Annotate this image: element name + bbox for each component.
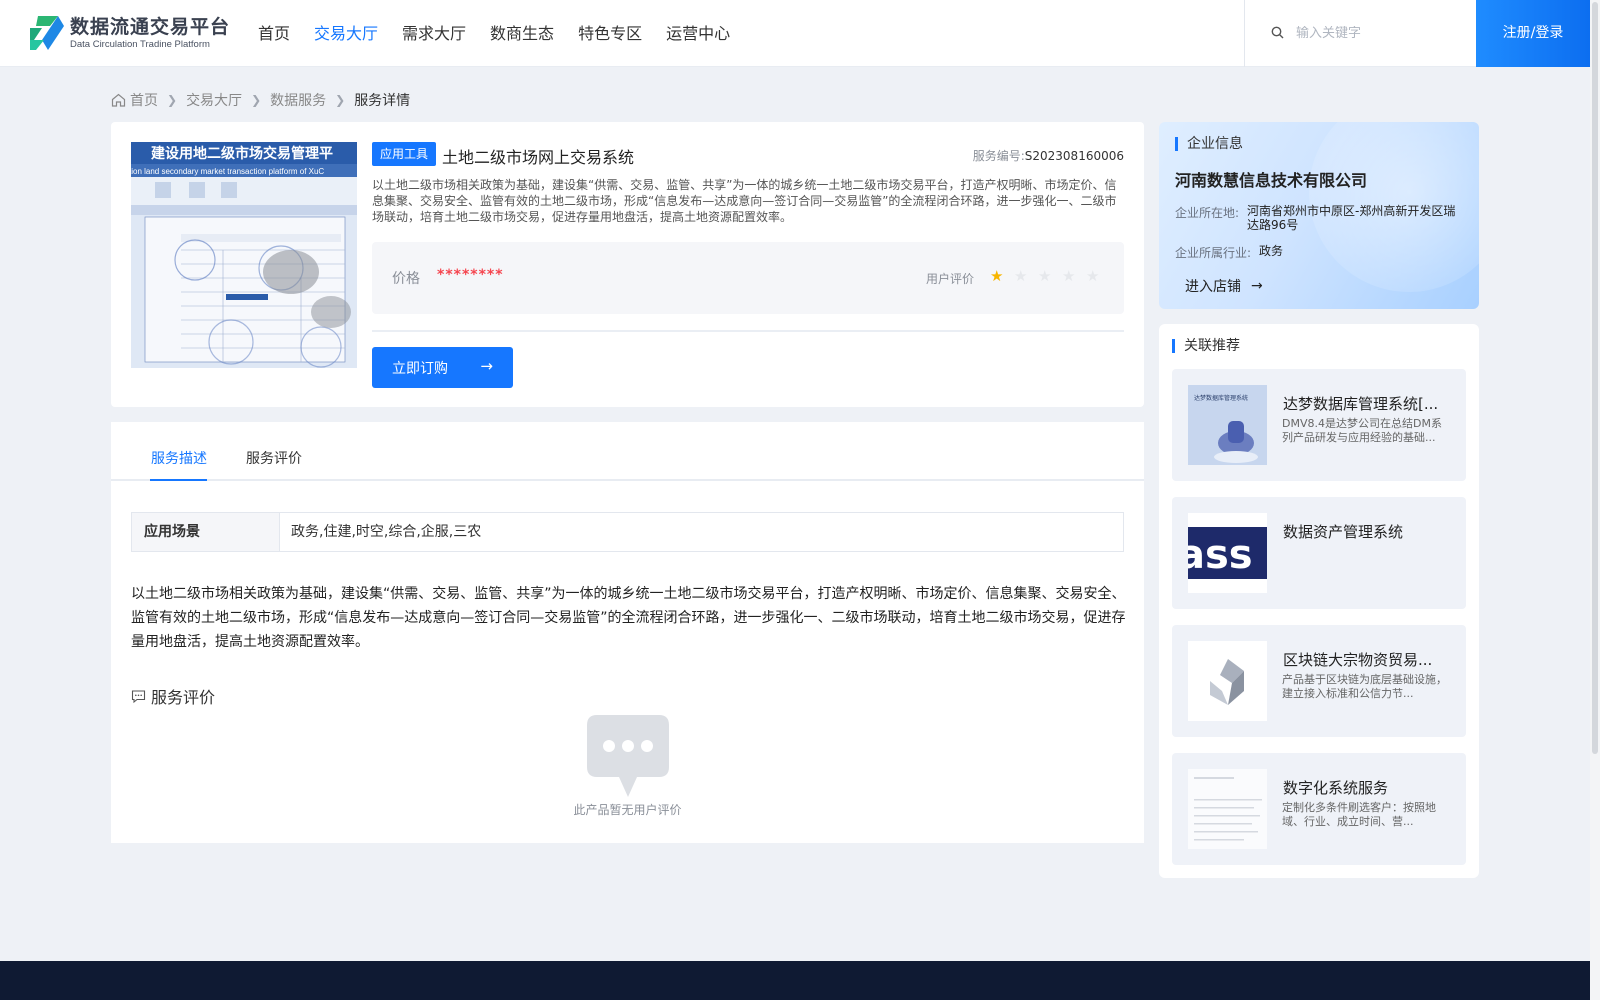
recommend-item-name: 区块链大宗物资贸易... bbox=[1283, 651, 1433, 669]
chevron-right-icon: ❯ bbox=[251, 93, 262, 107]
industry-value: 政务 bbox=[1259, 244, 1284, 258]
location-value: 河南省郑州市中原区-郑州高新开发区瑞达路96号 bbox=[1247, 204, 1456, 232]
chevron-right-icon: ❯ bbox=[167, 93, 178, 107]
detail-card: 服务描述 服务评价 应用场景 政务,住建,时空,综合,企服,三农 以土地二级市场… bbox=[111, 422, 1144, 843]
recommend-item[interactable]: 区块链大宗物资贸易... 产品基于区块链为底层基础设施，建立接入标准和公信力节.… bbox=[1172, 625, 1466, 737]
recommend-item-name: 数据资产管理系统 bbox=[1283, 523, 1404, 541]
star-icon: ★ bbox=[1014, 267, 1028, 285]
logo-icon bbox=[28, 14, 66, 52]
tab-service-review[interactable]: 服务评价 bbox=[246, 448, 302, 468]
empty-comment-icon bbox=[585, 713, 671, 803]
recommend-item[interactable]: 达梦数据库管理系统 达梦数据库管理系统[... DMV8.4是达梦公司在总结DM… bbox=[1172, 369, 1466, 481]
product-card: 建设用地二级市场交易管理平 ction land secondary marke… bbox=[111, 122, 1144, 407]
recommend-item-name: 数字化系统服务 bbox=[1283, 779, 1389, 797]
scene-table: 应用场景 政务,住建,时空,综合,企服,三农 bbox=[131, 512, 1124, 552]
comment-icon bbox=[131, 689, 146, 703]
tab-service-description[interactable]: 服务描述 bbox=[151, 448, 207, 468]
recommend-thumbnail bbox=[1188, 641, 1267, 721]
rating-label: 用户评价 bbox=[926, 272, 975, 286]
scene-value: 政务,住建,时空,综合,企服,三农 bbox=[291, 524, 482, 540]
scrollbar-thumb[interactable] bbox=[1592, 2, 1598, 754]
recommend-item-desc: 定制化多条件刷选客户：按照地域、行业、成立时间、营... bbox=[1282, 801, 1436, 828]
recommend-thumbnail bbox=[1188, 769, 1267, 849]
recommend-item-name: 达梦数据库管理系统[... bbox=[1283, 395, 1439, 413]
logo[interactable]: 数据流通交易平台 Data Circulation Tradine Platfo… bbox=[28, 14, 230, 52]
service-long-description: 以土地二级市场相关政策为基础，建设集“供需、交易、监管、共享”为一体的城乡统一土… bbox=[131, 586, 1126, 650]
review-heading: 服务评价 bbox=[131, 684, 215, 708]
home-icon bbox=[111, 93, 126, 107]
logo-title: 数据流通交易平台 bbox=[70, 15, 231, 38]
active-tab-indicator bbox=[150, 479, 207, 481]
company-industry-row: 企业所属行业: 政务 bbox=[1175, 244, 1475, 261]
logo-subtitle: Data Circulation Tradine Platform bbox=[70, 38, 210, 50]
divider bbox=[372, 330, 1124, 332]
arrow-right-icon: → bbox=[1251, 278, 1263, 294]
nav-demand-hall[interactable]: 需求大厅 bbox=[402, 0, 466, 67]
recommend-item[interactable]: ass 数据资产管理系统 bbox=[1172, 497, 1466, 609]
breadcrumb-home[interactable]: 首页 bbox=[111, 90, 158, 110]
price-box: 价格 ******** 用户评价 ★ ★ ★ ★ ★ bbox=[372, 242, 1124, 314]
category-tag: 应用工具 bbox=[372, 142, 437, 166]
product-title: 土地二级市场网上交易系统 bbox=[442, 148, 635, 167]
page-scrollbar[interactable] bbox=[1590, 0, 1600, 1000]
breadcrumb-current: 服务详情 bbox=[354, 93, 411, 109]
search-input[interactable] bbox=[1296, 26, 1466, 41]
nav-operation-center[interactable]: 运营中心 bbox=[666, 0, 730, 67]
search-box bbox=[1244, 0, 1476, 67]
breadcrumb: 首页 ❯ 交易大厅 ❯ 数据服务 ❯ 服务详情 bbox=[111, 88, 410, 112]
login-register-button[interactable]: 注册/登录 bbox=[1476, 0, 1590, 67]
company-card: 企业信息 河南数慧信息技术有限公司 企业所在地: 河南省郑州市中原区-郑州高新开… bbox=[1159, 122, 1479, 309]
scene-label: 应用场景 bbox=[132, 513, 280, 551]
recommend-thumbnail: 达梦数据库管理系统 bbox=[1188, 385, 1267, 465]
nav-trading-hall[interactable]: 交易大厅 bbox=[314, 0, 378, 67]
svg-text:ction land secondary market tr: ction land secondary market transaction … bbox=[131, 167, 324, 176]
svg-text:ass: ass bbox=[1188, 532, 1253, 578]
top-header: 数据流通交易平台 Data Circulation Tradine Platfo… bbox=[0, 0, 1590, 67]
breadcrumb-data-service[interactable]: 数据服务 bbox=[270, 90, 326, 110]
buy-now-button[interactable]: 立即订购 → bbox=[372, 347, 513, 388]
location-label: 企业所在地: bbox=[1175, 206, 1240, 220]
svg-text:达梦数据库管理系统: 达梦数据库管理系统 bbox=[1194, 394, 1248, 402]
breadcrumb-trading-hall[interactable]: 交易大厅 bbox=[186, 90, 242, 110]
nav-special-zone[interactable]: 特色专区 bbox=[578, 0, 642, 67]
company-location-row: 企业所在地: 河南省郑州市中原区-郑州高新开发区瑞达路96号 bbox=[1175, 204, 1463, 232]
star-icon: ★ bbox=[1062, 267, 1076, 285]
page-footer bbox=[0, 961, 1590, 1000]
nav-home[interactable]: 首页 bbox=[258, 0, 290, 67]
detail-tabs: 服务描述 服务评价 bbox=[111, 422, 1144, 481]
enter-shop-link[interactable]: 进入店铺 → bbox=[1185, 276, 1263, 296]
nav-ecosystem[interactable]: 数商生态 bbox=[490, 0, 554, 67]
price-label: 价格 bbox=[392, 271, 420, 287]
product-description: 以土地二级市场相关政策为基础，建设集“供需、交易、监管、共享”为一体的城乡统一土… bbox=[372, 178, 1117, 224]
recommend-thumbnail: ass bbox=[1188, 513, 1267, 593]
recommend-section-title: 关联推荐 bbox=[1172, 339, 1240, 353]
search-icon[interactable] bbox=[1271, 24, 1284, 43]
rating-stars: ★ ★ ★ ★ ★ bbox=[990, 267, 1110, 285]
svg-text:建设用地二级市场交易管理平: 建设用地二级市场交易管理平 bbox=[151, 145, 333, 162]
empty-review-text: 此产品暂无用户评价 bbox=[573, 803, 682, 817]
main-nav: 首页 交易大厅 需求大厅 数商生态 特色专区 运营中心 bbox=[258, 0, 754, 67]
company-name[interactable]: 河南数慧信息技术有限公司 bbox=[1175, 167, 1367, 191]
star-icon: ★ bbox=[1086, 267, 1100, 285]
footer-logo-icon bbox=[122, 987, 152, 1000]
recommend-item[interactable]: 数字化系统服务 定制化多条件刷选客户：按照地域、行业、成立时间、营... bbox=[1172, 753, 1466, 865]
arrow-right-icon: → bbox=[480, 357, 493, 375]
product-thumbnail: 建设用地二级市场交易管理平 ction land secondary marke… bbox=[131, 142, 357, 368]
chevron-right-icon: ❯ bbox=[335, 93, 346, 107]
service-code: 服务编号:S202308160006 bbox=[972, 149, 1124, 163]
recommend-item-desc: 产品基于区块链为底层基础设施，建立接入标准和公信力节... bbox=[1282, 673, 1447, 700]
recommend-card: 关联推荐 达梦数据库管理系统 达梦数据库管理系统[... DMV8.4是达梦公司… bbox=[1159, 324, 1479, 878]
recommend-item-desc bbox=[1282, 545, 1452, 573]
industry-label: 企业所属行业: bbox=[1175, 246, 1252, 260]
recommend-item-desc: DMV8.4是达梦公司在总结DM系列产品研发与应用经验的基础... bbox=[1282, 417, 1442, 444]
star-icon: ★ bbox=[990, 267, 1004, 285]
company-section-title: 企业信息 bbox=[1175, 137, 1243, 151]
star-icon: ★ bbox=[1038, 267, 1052, 285]
price-value: ******** bbox=[437, 267, 504, 283]
